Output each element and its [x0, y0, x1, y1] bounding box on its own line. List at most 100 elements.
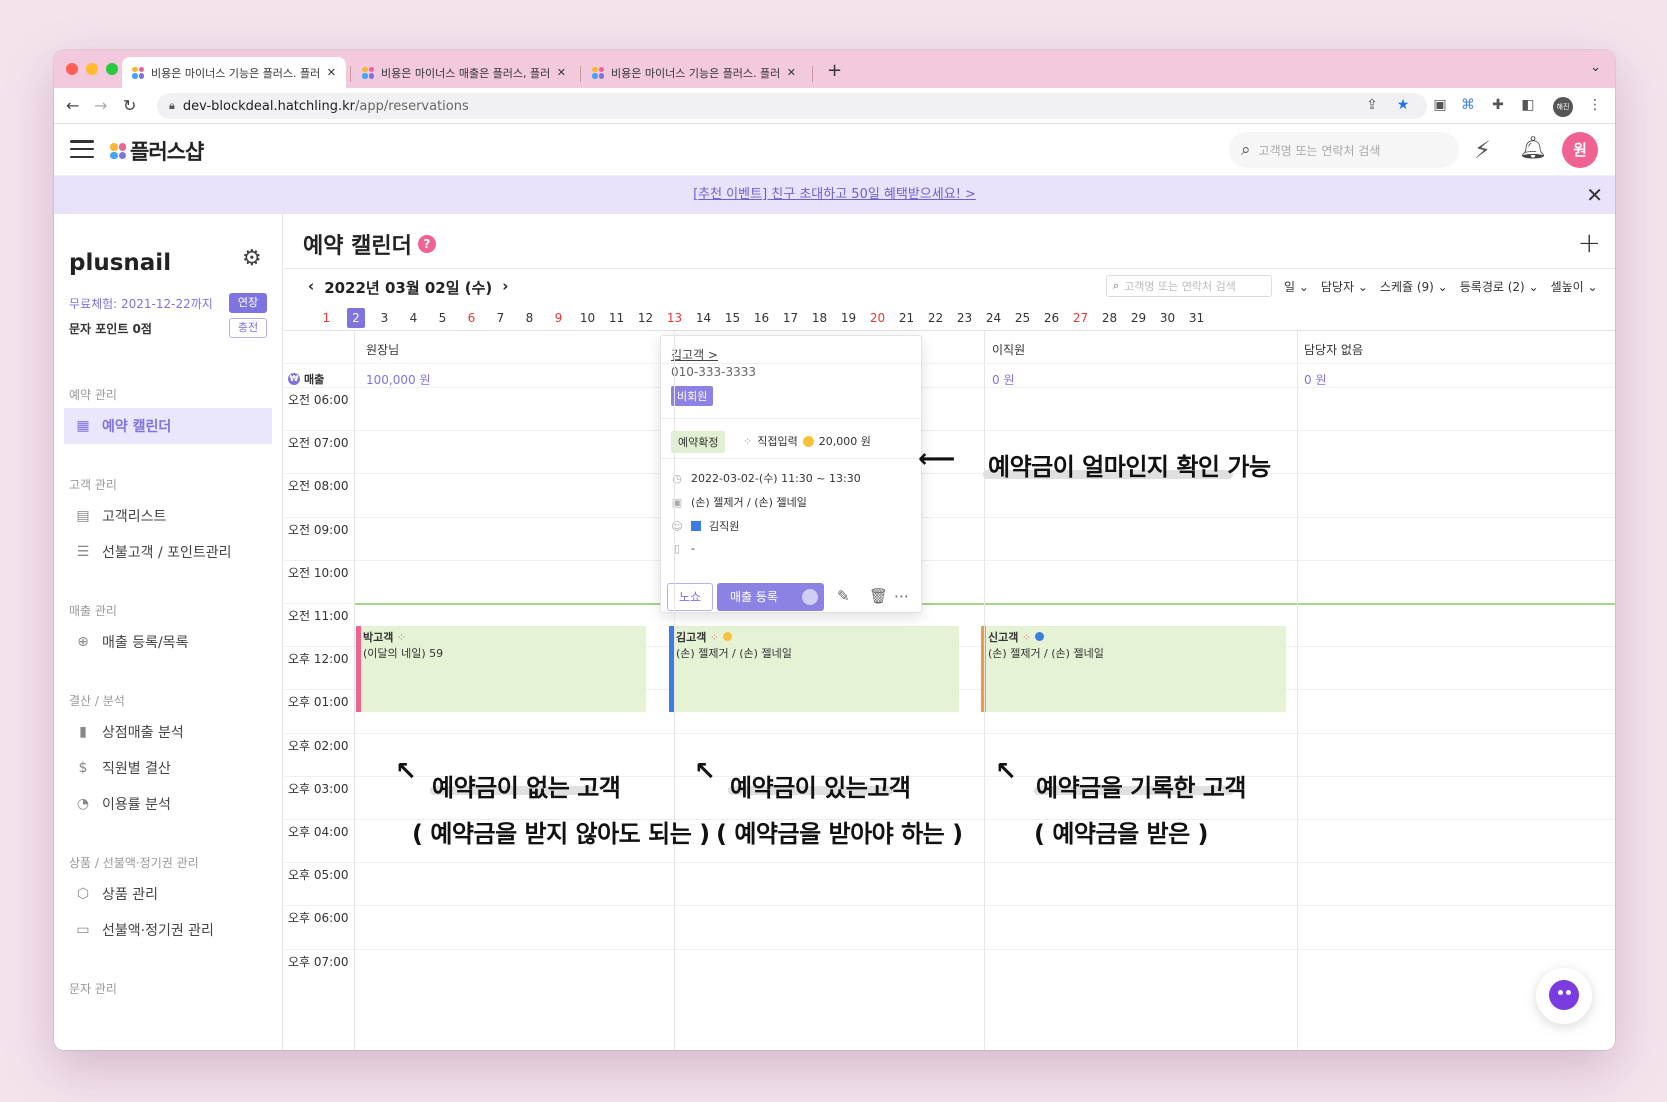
browser-tab-2[interactable]: 비용은 마이너스 매출은 플러스, 플러스 ✕	[352, 57, 576, 88]
hamburger-menu-icon[interactable]	[70, 140, 94, 158]
trash-icon[interactable]: 🗑︎	[869, 587, 888, 605]
browser-profile-avatar[interactable]: 해진	[1553, 97, 1573, 117]
lightning-icon[interactable]: ⚡︎	[1474, 136, 1491, 164]
bookmark-star-icon[interactable]: ★	[1395, 97, 1411, 113]
sidebar-item-staff-settlement[interactable]: $ 직원별 결산	[64, 750, 272, 786]
day-20[interactable]: 20	[863, 308, 892, 328]
translate-icon[interactable]: ⌘	[1460, 97, 1476, 113]
day-14[interactable]: 14	[689, 308, 718, 328]
day-9[interactable]: 9	[544, 308, 573, 328]
promo-banner-link[interactable]: [추천 이벤트] 친구 초대하고 50일 혜택받으세요! >	[693, 187, 976, 202]
user-avatar[interactable]: 원	[1562, 132, 1598, 168]
register-sale-button[interactable]: 매출 등록	[717, 583, 824, 611]
day-4[interactable]: 4	[399, 308, 428, 328]
settings-gear-icon[interactable]: ⚙︎	[242, 246, 262, 271]
annotation-has-deposit-sub: ( 예약금을 받아야 하는 )	[716, 820, 963, 848]
day-23[interactable]: 23	[950, 308, 979, 328]
shop-name: plusnail	[69, 250, 172, 276]
sidebar-item-reservation-calendar[interactable]: ▦ 예약 캘린더	[64, 408, 272, 444]
sidebar-item-sales-register[interactable]: ⊕ 매출 등록/목록	[64, 624, 272, 660]
extend-button[interactable]: 연장	[229, 293, 267, 313]
appointment-block[interactable]: 김고객 ⁘ (손) 젤제거 / (손) 젤네일	[669, 626, 959, 712]
day-24[interactable]: 24	[979, 308, 1008, 328]
calendar-search-input[interactable]: ⌕ 고객명 또는 연락처 검색	[1106, 275, 1272, 297]
forward-icon[interactable]: →	[94, 96, 107, 115]
app-logo[interactable]: 플러스샵	[110, 136, 204, 166]
browser-menu-icon[interactable]: ⋮	[1587, 97, 1603, 113]
reload-icon[interactable]: ↻	[123, 96, 136, 115]
day-13[interactable]: 13	[660, 308, 689, 328]
next-day-chevron-icon[interactable]: ›	[502, 277, 508, 298]
popup-customer-link[interactable]: 김고객 >	[671, 346, 718, 363]
day-27[interactable]: 27	[1066, 308, 1095, 328]
sidebar-item-customer-list[interactable]: ▤ 고객리스트	[64, 498, 272, 534]
filter-staff[interactable]: 담당자 ⌄	[1321, 278, 1368, 295]
day-18[interactable]: 18	[805, 308, 834, 328]
url-field[interactable]: 🔒︎ dev-blockdeal.hatchling.kr/app/reserv…	[157, 93, 1427, 119]
day-19[interactable]: 19	[834, 308, 863, 328]
maximize-window-button[interactable]	[106, 63, 118, 75]
camera-icon[interactable]: ▣	[1432, 97, 1448, 113]
filter-channel[interactable]: 등록경로 (2) ⌄	[1460, 278, 1539, 295]
share-icon[interactable]: ⇪	[1364, 97, 1380, 113]
day-6[interactable]: 6	[457, 308, 486, 328]
day-29[interactable]: 29	[1124, 308, 1153, 328]
appointment-block[interactable]: 신고객 ⁘ (손) 젤제거 / (손) 젤네일	[981, 626, 1286, 712]
sidebar-item-usage-analysis[interactable]: ◔ 이용률 분석	[64, 786, 272, 822]
filter-schedule[interactable]: 스케쥴 (9) ⌄	[1380, 278, 1448, 295]
close-banner-icon[interactable]: ✕	[1586, 176, 1603, 214]
sidebar-item-store-sales-analysis[interactable]: ▮ 상점매출 분석	[64, 714, 272, 750]
prev-day-chevron-icon[interactable]: ‹	[308, 277, 314, 298]
day-28[interactable]: 28	[1095, 308, 1124, 328]
close-tab-icon[interactable]: ✕	[557, 66, 566, 79]
more-icon[interactable]: ⋯	[894, 587, 909, 605]
filter-cell-height[interactable]: 셀높이 ⌄	[1551, 278, 1598, 295]
filter-view[interactable]: 일 ⌄	[1284, 278, 1309, 295]
time-label: 오전 10:00	[288, 565, 349, 580]
day-2[interactable]: 2	[347, 308, 365, 328]
day-22[interactable]: 22	[921, 308, 950, 328]
day-25[interactable]: 25	[1008, 308, 1037, 328]
section-title-sms: 문자 관리	[69, 982, 117, 996]
day-12[interactable]: 12	[631, 308, 660, 328]
day-31[interactable]: 31	[1182, 308, 1211, 328]
day-21[interactable]: 21	[892, 308, 921, 328]
day-26[interactable]: 26	[1037, 308, 1066, 328]
charge-button[interactable]: 충전	[229, 318, 267, 338]
side-panel-icon[interactable]: ◧	[1520, 97, 1536, 113]
chatbot-button[interactable]	[1536, 968, 1592, 1024]
sidebar-item-prepaid-pass[interactable]: ▭ 선불액·정기권 관리	[64, 912, 272, 948]
appointment-block[interactable]: 박고객 ⁘ (이달의 네일) 59	[356, 626, 646, 712]
day-15[interactable]: 15	[718, 308, 747, 328]
day-17[interactable]: 17	[776, 308, 805, 328]
notification-bell-icon[interactable]: 🔔︎	[1519, 136, 1547, 161]
sidebar-item-prepaid-points[interactable]: ☰ 선불고객 / 포인트관리	[64, 534, 272, 570]
day-1[interactable]: 1	[312, 308, 341, 328]
current-date[interactable]: 2022년 03월 02일 (수)	[324, 277, 492, 298]
day-16[interactable]: 16	[747, 308, 776, 328]
edit-pencil-icon[interactable]: ✎	[837, 587, 850, 605]
deposit-coin-icon	[722, 632, 732, 641]
close-window-button[interactable]	[66, 63, 78, 75]
add-reservation-button[interactable]: +	[1578, 226, 1601, 259]
minimize-window-button[interactable]	[86, 63, 98, 75]
tab-list-chevron-icon[interactable]: ⌄	[1590, 60, 1601, 75]
day-3[interactable]: 3	[370, 308, 399, 328]
day-7[interactable]: 7	[486, 308, 515, 328]
day-11[interactable]: 11	[602, 308, 631, 328]
day-8[interactable]: 8	[515, 308, 544, 328]
help-icon[interactable]: ?	[417, 235, 436, 253]
close-tab-icon[interactable]: ✕	[787, 66, 796, 79]
browser-tab-3[interactable]: 비용은 마이너스 기능은 플러스. 플러스 ✕	[582, 57, 806, 88]
day-30[interactable]: 30	[1153, 308, 1182, 328]
day-5[interactable]: 5	[428, 308, 457, 328]
extensions-puzzle-icon[interactable]: ✚	[1490, 97, 1506, 113]
day-10[interactable]: 10	[573, 308, 602, 328]
arrow-up-left-icon: ↖	[395, 757, 417, 787]
back-icon[interactable]: ←	[66, 96, 79, 115]
global-search-input[interactable]: ⌕ 고객명 또는 연락처 검색	[1229, 132, 1459, 168]
close-tab-icon[interactable]: ✕	[327, 66, 336, 79]
browser-tab-1[interactable]: 비용은 마이너스 기능은 플러스. 플러스 ✕	[122, 57, 346, 88]
sidebar-item-product-management[interactable]: ⬡ 상품 관리	[64, 876, 272, 912]
new-tab-button[interactable]: +	[827, 60, 842, 81]
